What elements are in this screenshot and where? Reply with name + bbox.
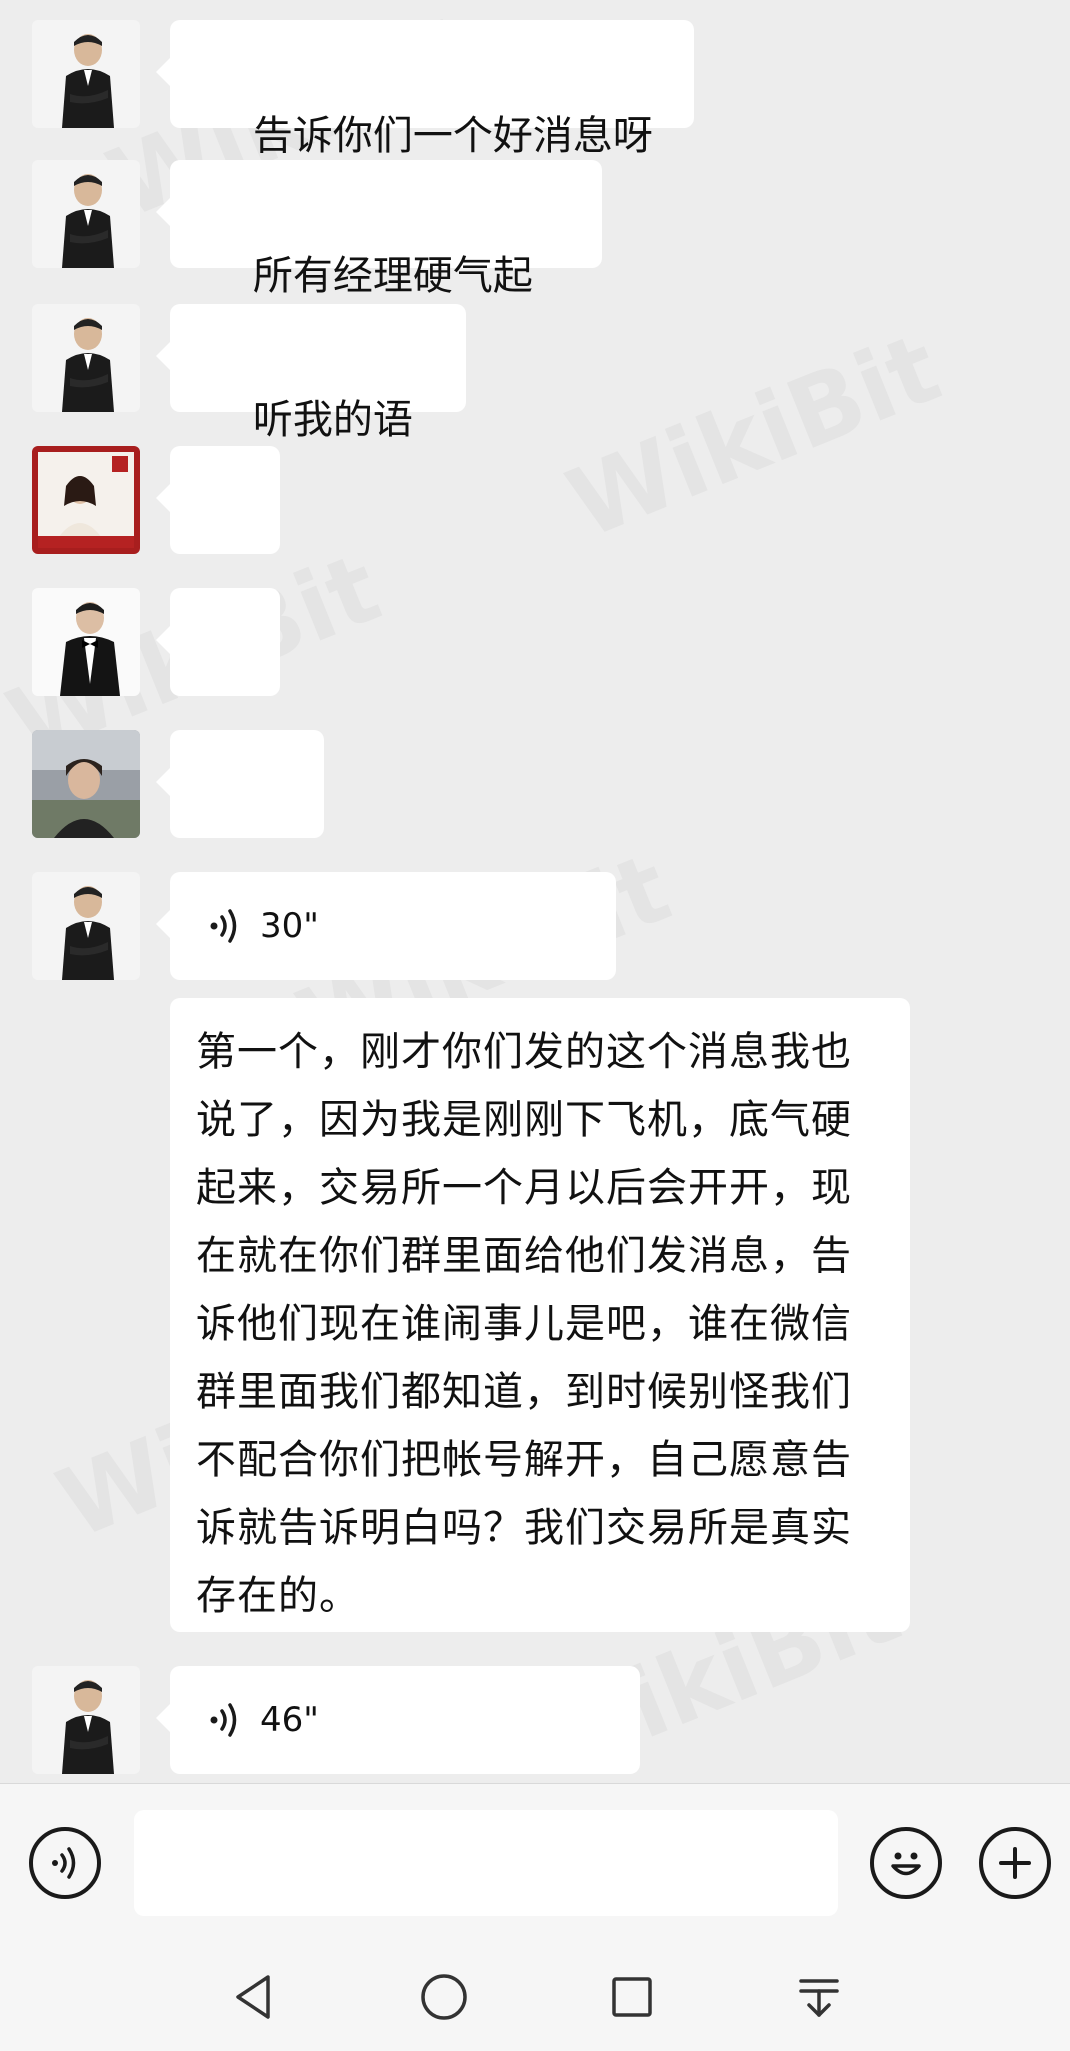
avatar-man-bow-tie-image	[32, 588, 140, 696]
avatar-man-suit-image	[32, 160, 140, 268]
plus-icon	[999, 1847, 1031, 1879]
chat-area[interactable]: WikiBit WikiBit WikiBit WikiBit WikiBit …	[0, 0, 1070, 1783]
notification-pulldown-button[interactable]	[785, 1963, 853, 2031]
more-button[interactable]	[979, 1827, 1051, 1899]
voice-message-bubble[interactable]: 46"	[156, 1666, 640, 1774]
recents-square-icon	[612, 1977, 652, 2017]
voice-mode-icon	[52, 1847, 76, 1879]
avatar[interactable]	[32, 872, 140, 980]
message-input[interactable]	[134, 1810, 838, 1916]
pull-down-icon	[799, 1979, 839, 2017]
message-text: 告诉你们一个好消息呀	[252, 113, 653, 159]
avatar-man-suit-image	[32, 1666, 140, 1774]
avatar[interactable]	[32, 160, 140, 268]
voice-mode-button[interactable]	[29, 1827, 101, 1899]
message-bubble[interactable]: 好	[156, 446, 280, 647]
back-button[interactable]	[220, 1963, 288, 2031]
avatar[interactable]	[32, 20, 140, 128]
voice-wave-icon	[210, 909, 237, 943]
system-nav-bar	[0, 1943, 1070, 2051]
home-button[interactable]	[410, 1963, 478, 2031]
back-triangle-icon	[236, 1975, 270, 2019]
avatar[interactable]	[32, 730, 140, 838]
voice-transcript-bubble[interactable]: 第一个，刚才你们发的这个消息我也说了，因为我是刚刚下飞机，底气硬起来，交易所一个…	[170, 998, 910, 1632]
message-bubble[interactable]: 所有经理硬气起来	[156, 160, 602, 361]
avatar[interactable]	[32, 588, 140, 696]
transcript-text: 第一个，刚才你们发的这个消息我也说了，因为我是刚刚下飞机，底气硬起来，交易所一个…	[196, 1029, 852, 1619]
message-bubble[interactable]: 好	[156, 588, 280, 789]
avatar[interactable]	[32, 304, 140, 412]
avatar-man-suit-image	[32, 304, 140, 412]
message-bubble[interactable]: 好呀	[156, 730, 324, 931]
voice-message-bubble[interactable]: 30"	[156, 872, 616, 980]
message-bubble[interactable]: 告诉你们一个好消息呀	[156, 20, 694, 159]
voice-duration: 46"	[260, 1700, 319, 1740]
emoji-icon	[891, 1852, 921, 1876]
home-circle-icon	[421, 1974, 467, 2020]
voice-wave-icon	[210, 1703, 237, 1737]
input-bar	[0, 1783, 1070, 1944]
avatar[interactable]	[32, 446, 140, 554]
message-bubble[interactable]: 听我的语音	[156, 304, 466, 505]
avatar-man-suit-image	[32, 872, 140, 980]
voice-duration: 30"	[260, 906, 319, 946]
emoji-button[interactable]	[870, 1827, 942, 1899]
avatar-woman-outdoor-image	[32, 730, 140, 838]
avatar[interactable]	[32, 1666, 140, 1774]
recents-button[interactable]	[598, 1963, 666, 2031]
avatar-woman-red-card-image	[32, 446, 140, 554]
avatar-man-suit-image	[32, 20, 140, 128]
watermark: WikiBit	[553, 311, 954, 560]
